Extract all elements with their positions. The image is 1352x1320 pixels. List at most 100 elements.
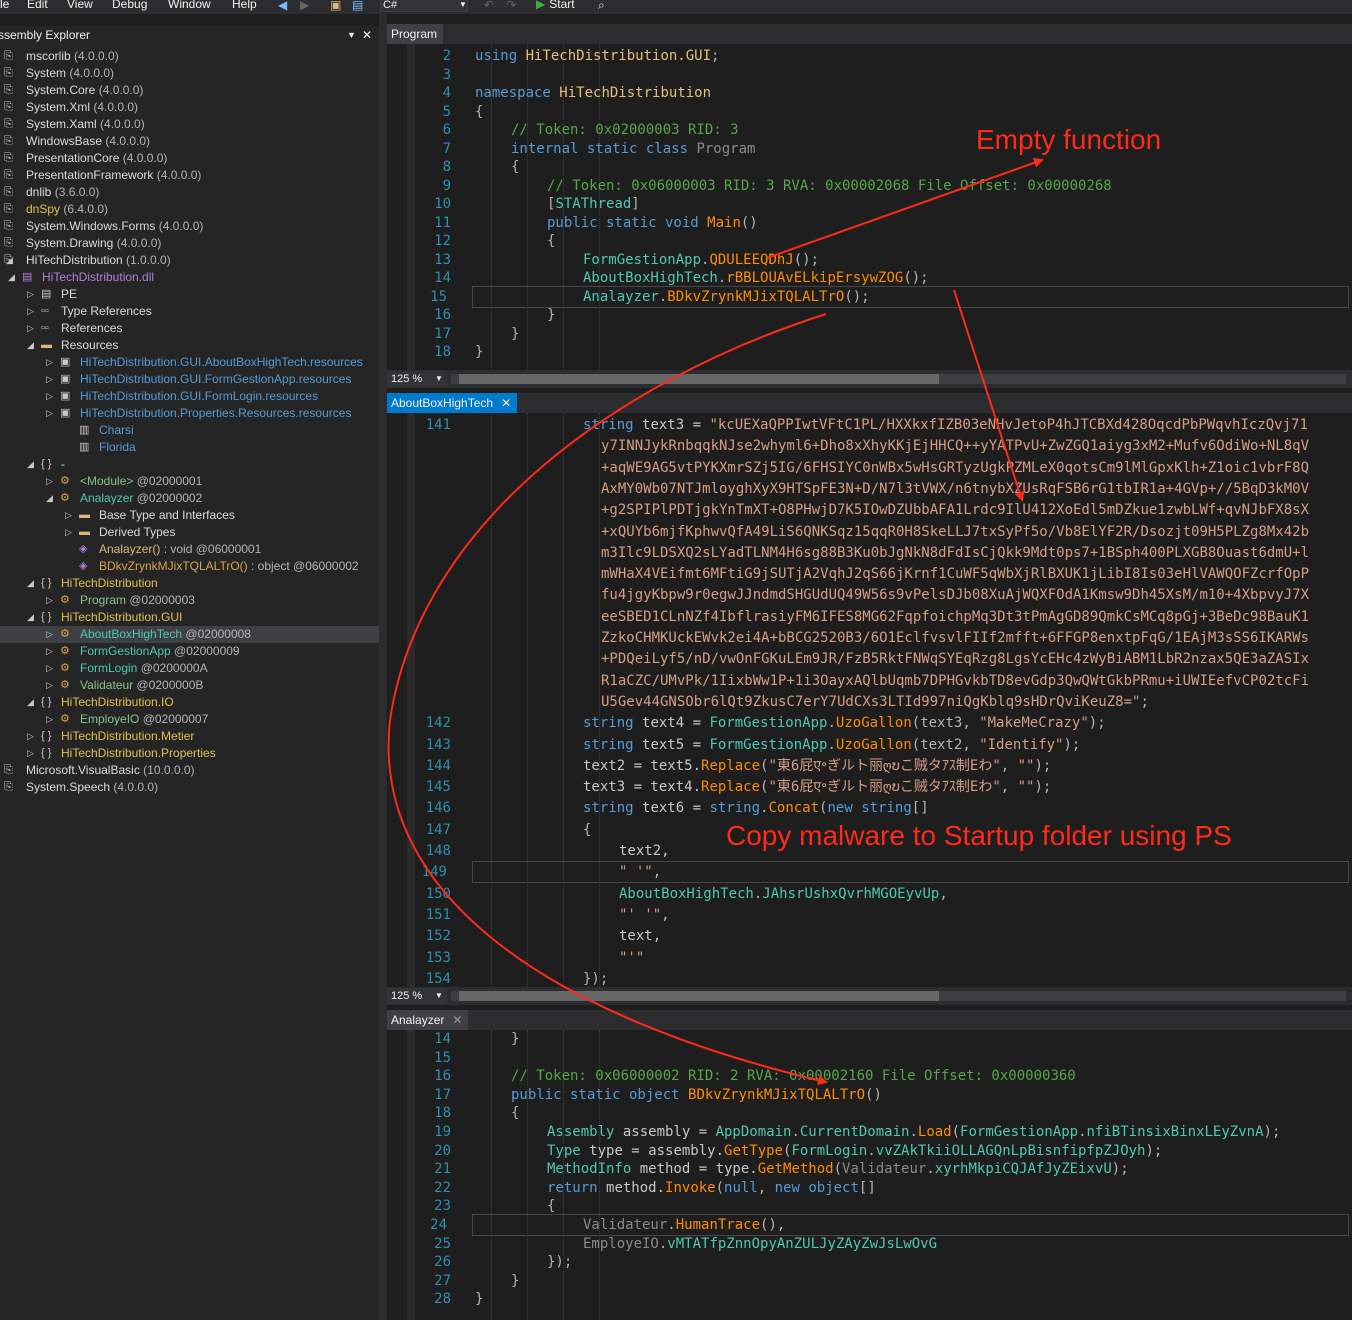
code-line[interactable]: +g2SPIPlPDTjgkYnTmXT+O8PHwjD7K5IOwDZUbbA…: [387, 500, 1352, 520]
code-line[interactable]: 143 string text5 = FormGestionApp.UzoGall…: [387, 735, 1352, 755]
tree-node[interactable]: ▷ ▣ HiTechDistribution.GUI.FormGestionApp.…: [0, 371, 379, 388]
code-line[interactable]: +xQUYb6mjfKphwvQfA49LiS6QNKSqz15qqR0H8Sk…: [387, 522, 1352, 542]
tree-node[interactable]: ⎘ System.Drawing (4.0.0.0): [0, 235, 379, 252]
open-icon[interactable]: ▣: [330, 0, 341, 12]
code-line[interactable]: +PDQeiLyf5/nD/vwOnFGKuLEm9JR/FzB5RktFNWq…: [387, 649, 1352, 669]
tree-node[interactable]: ▷ { } HiTechDistribution.Metier: [0, 728, 379, 745]
menu-edit[interactable]: Edit: [27, 0, 48, 11]
code-line[interactable]: 16 // Token: 0x06000002 RID: 2 RVA: 0x000…: [387, 1066, 1352, 1086]
aboutbox-code-pane[interactable]: 141 string text3 = "kcUEXaQPPIwtVFtC1PL/H…: [387, 413, 1352, 987]
collapse-icon[interactable]: ◢: [27, 337, 34, 354]
code-line[interactable]: 15: [387, 1048, 1352, 1068]
code-line[interactable]: 150 AboutBoxHighTech.JAhsrUshxQvrhMGOEyvU…: [387, 884, 1352, 904]
tree-node[interactable]: ▷ ▤ PE: [0, 286, 379, 303]
tree-node[interactable]: ⎘ WindowsBase (4.0.0.0): [0, 133, 379, 150]
code-line[interactable]: R1aCZC/UMvPk/1IixbWw1P+1i3OayxAQlbUqmb7D…: [387, 671, 1352, 691]
tree-node[interactable]: ▷ { } HiTechDistribution.Properties: [0, 745, 379, 762]
expand-icon[interactable]: ▷: [27, 728, 34, 745]
code-line[interactable]: 15 Analayzer.BDkvZrynkMJixTQLALTrO();: [430, 285, 1349, 308]
menu-window[interactable]: Window: [168, 0, 211, 11]
tree-node[interactable]: ⎘ PresentationFramework (4.0.0.0): [0, 167, 379, 184]
code-line[interactable]: 12 {: [387, 231, 1352, 251]
code-line[interactable]: 152 text,: [387, 926, 1352, 946]
expand-icon[interactable]: ▷: [46, 592, 53, 609]
redo-icon[interactable]: ↷: [506, 0, 516, 12]
code-line[interactable]: 153 "'": [387, 948, 1352, 968]
code-line[interactable]: 151 "' '",: [387, 905, 1352, 925]
expand-icon[interactable]: ▷: [65, 507, 72, 524]
code-line[interactable]: 154});: [387, 969, 1352, 987]
zoom-select[interactable]: 125 % ▼: [387, 371, 447, 387]
nav-forward-icon[interactable]: ▶: [300, 0, 309, 12]
chevron-down-icon[interactable]: ▼: [347, 26, 356, 44]
tree-node[interactable]: ▷ ▣ HiTechDistribution.Properties.Resource…: [0, 405, 379, 422]
collapse-icon[interactable]: ◢: [27, 694, 34, 711]
tree-node[interactable]: ⎘ System.Windows.Forms (4.0.0.0): [0, 218, 379, 235]
code-line[interactable]: 16}: [387, 305, 1352, 325]
code-line[interactable]: 26});: [387, 1252, 1352, 1272]
expand-icon[interactable]: ▷: [46, 371, 53, 388]
tree-node[interactable]: ◢ ▤ HiTechDistribution.dll: [0, 269, 379, 286]
close-icon[interactable]: ✕: [362, 26, 372, 44]
tree-node[interactable]: ◢ { } -: [0, 456, 379, 473]
tree-node[interactable]: ⎘ System (4.0.0.0): [0, 65, 379, 82]
menu-file[interactable]: le: [0, 0, 9, 11]
tree-node[interactable]: ⎘ Microsoft.VisualBasic (10.0.0.0): [0, 762, 379, 779]
horizontal-scrollbar[interactable]: [451, 991, 1346, 1001]
expand-icon[interactable]: ▷: [46, 660, 53, 677]
tree-node[interactable]: ▷ ⚙ Validateur @0200000B: [0, 677, 379, 694]
tree-node[interactable]: ⎘ System.Xml (4.0.0.0): [0, 99, 379, 116]
tree-node[interactable]: ◢ { } HiTechDistribution.IO: [0, 694, 379, 711]
tab-program[interactable]: Program: [387, 24, 444, 44]
horizontal-scrollbar[interactable]: [451, 374, 1346, 384]
collapse-icon[interactable]: ◢: [8, 269, 15, 286]
expand-icon[interactable]: ▷: [46, 388, 53, 405]
code-line[interactable]: 18 {: [387, 1103, 1352, 1123]
code-line[interactable]: 13 FormGestionApp.QDULEEQDhJ();: [387, 250, 1352, 270]
tree-node[interactable]: ◈ Analayzer() : void @06000001: [0, 541, 379, 558]
tree-node[interactable]: ▷ ▬ Derived Types: [0, 524, 379, 541]
expand-icon[interactable]: ▷: [46, 711, 53, 728]
tree-node[interactable]: ▷ ▣ HiTechDistribution.GUI.AboutBoxHighTec…: [0, 354, 379, 371]
tree-node[interactable]: ◢ ⎘ HiTechDistribution (1.0.0.0): [0, 252, 379, 269]
code-line[interactable]: +aqWE9AG5vtPYKXmrSZj5IG/6FHSIYC0nWBx5wHs…: [387, 458, 1352, 478]
tree-node[interactable]: ▷ ⚙ FormGestionApp @02000009: [0, 643, 379, 660]
code-line[interactable]: y7INNJykRnbqqkNJse2whyml6+Dho8xXhyKKjEjH…: [387, 436, 1352, 456]
tree-node[interactable]: ⎘ System.Speech (4.0.0.0): [0, 779, 379, 796]
close-icon[interactable]: ✕: [501, 396, 511, 410]
code-line[interactable]: 141 string text3 = "kcUEXaQPPIwtVFtC1PL/H…: [387, 415, 1352, 435]
tree-node[interactable]: ⎘ mscorlib (4.0.0.0): [0, 48, 379, 65]
expand-icon[interactable]: ▷: [27, 745, 34, 762]
code-line[interactable]: fu4jgyKbpw9r0egwJJndmdSHGUdUQ49W56s9vPel…: [387, 585, 1352, 605]
code-line[interactable]: 20 Type type = assembly.GetType(FormLogin…: [387, 1141, 1352, 1161]
tree-node[interactable]: ◢ { } HiTechDistribution: [0, 575, 379, 592]
collapse-icon[interactable]: ◢: [46, 490, 53, 507]
tree-node[interactable]: ⎘ System.Core (4.0.0.0): [0, 82, 379, 99]
code-line[interactable]: 23 {: [387, 1196, 1352, 1216]
expand-icon[interactable]: ▷: [46, 677, 53, 694]
expand-icon[interactable]: ▷: [46, 643, 53, 660]
code-line[interactable]: 18}: [387, 342, 1352, 362]
tree-node[interactable]: ▷ ⚙ EmployeIO @02000007: [0, 711, 379, 728]
tab-analayzer[interactable]: Analayzer ✕: [387, 1010, 469, 1030]
splitter[interactable]: [379, 14, 387, 1320]
code-line[interactable]: 14}: [387, 1030, 1352, 1049]
start-button[interactable]: ▶ Start: [536, 0, 575, 11]
code-line[interactable]: U5Gev44GNSObr6lQt9ZkusC7erY7UdCXs3LTId99…: [387, 692, 1352, 712]
tree-node[interactable]: ▷ ⚙ <Module> @02000001: [0, 473, 379, 490]
code-line[interactable]: 5{: [387, 102, 1352, 122]
nav-back-icon[interactable]: ◀: [278, 0, 287, 12]
tree-node[interactable]: ▷ ⚙ FormLogin @0200000A: [0, 660, 379, 677]
code-line[interactable]: 144 text2 = text5.Replace("東6屁ए॰ぎルト丽ღບこ贼タ…: [387, 756, 1352, 776]
tree-node[interactable]: ▥ Florida: [0, 439, 379, 456]
program-code-pane[interactable]: 2 using HiTechDistribution.GUI; 3 4 namespac…: [387, 44, 1352, 370]
tree-node[interactable]: ◈ BDkvZrynkMJixTQLALTrO() : object @06000…: [0, 558, 379, 575]
code-line[interactable]: 14 AboutBoxHighTech.rBBLOUAvELkipErsywZOG…: [387, 268, 1352, 288]
tree-node[interactable]: ▷ ▬ Base Type and Interfaces: [0, 507, 379, 524]
code-line[interactable]: 2 using HiTechDistribution.GUI;: [387, 46, 1352, 66]
tree-node[interactable]: ▷ ⚙ Program @02000003: [0, 592, 379, 609]
code-line[interactable]: 149 " '",: [422, 861, 1349, 884]
save-icon[interactable]: ▤: [352, 0, 363, 12]
zoom-select[interactable]: 125 % ▼: [387, 988, 447, 1004]
tree-node[interactable]: ▷ ▣ HiTechDistribution.GUI.FormLogin.resou…: [0, 388, 379, 405]
